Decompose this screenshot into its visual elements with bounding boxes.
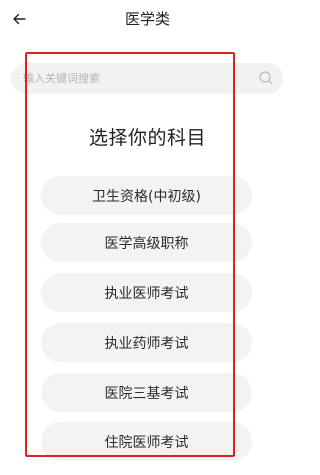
subject-heading: 选择你的科目 xyxy=(88,127,206,149)
subject-label: 执业医师考试 xyxy=(104,285,189,302)
search-bar xyxy=(11,63,283,94)
subject-item-resident-exam[interactable]: 住院医师考试 xyxy=(41,422,252,461)
subject-item-physician-exam[interactable]: 执业医师考试 xyxy=(41,273,252,312)
subject-item-senior-title[interactable]: 医学高级职称 xyxy=(41,223,252,262)
search-input[interactable] xyxy=(23,63,253,94)
subject-item-hospital-basics-exam[interactable]: 医院三基考试 xyxy=(41,373,252,412)
page-title: 医学类 xyxy=(124,10,170,28)
subject-item-health-qualification[interactable]: 卫生资格(中初级) xyxy=(41,176,252,215)
subject-label: 执业药师考试 xyxy=(104,335,189,352)
top-bar: 医学类 xyxy=(0,0,295,40)
subject-label: 卫生资格(中初级) xyxy=(92,188,201,205)
subject-item-pharmacist-exam[interactable]: 执业药师考试 xyxy=(41,323,252,362)
subject-label: 住院医师考试 xyxy=(104,434,189,451)
subject-label: 医学高级职称 xyxy=(104,235,189,252)
search-icon[interactable] xyxy=(258,70,274,86)
subject-label: 医院三基考试 xyxy=(104,385,189,402)
